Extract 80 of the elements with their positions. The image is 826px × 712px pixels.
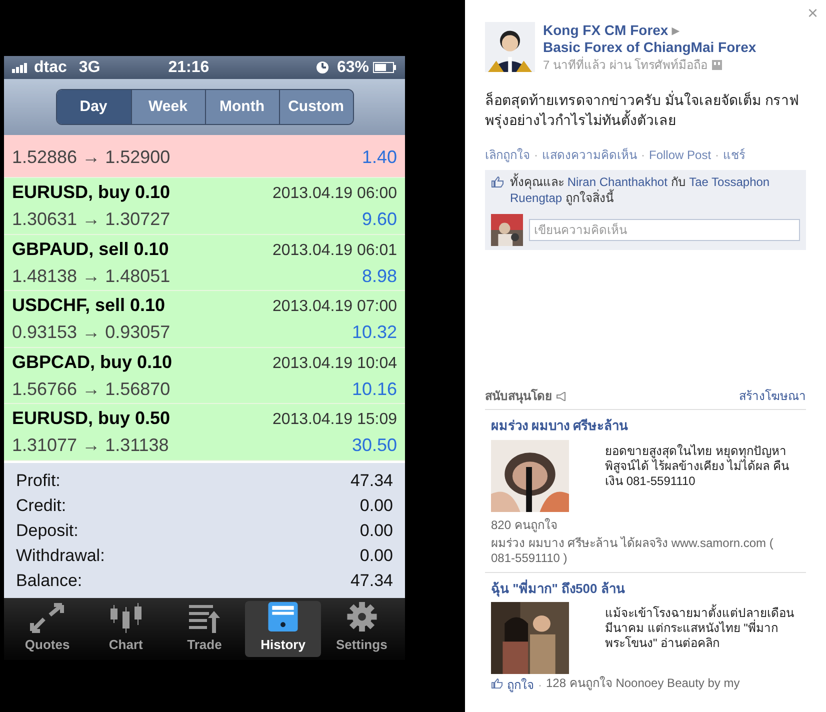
trade-prices: 1.56766 → 1.56870 bbox=[12, 378, 170, 400]
trade-profit: 10.16 bbox=[352, 378, 397, 400]
trade-title: GBPAUD, sell 0.10 bbox=[12, 238, 169, 260]
trade-title: USDCHF, sell 0.10 bbox=[12, 294, 166, 317]
trade-profit: 1.40 bbox=[362, 146, 397, 169]
trade-time: 2013.04.19 06:00 bbox=[272, 184, 397, 204]
trade-prices: 1.31077 → 1.31138 bbox=[12, 434, 169, 457]
period-tab[interactable]: Month bbox=[204, 90, 278, 124]
period-tab[interactable]: Week bbox=[130, 90, 204, 124]
period-tab[interactable]: Custom bbox=[278, 90, 352, 124]
post-action-link[interactable]: แสดงความคิดเห็น bbox=[542, 146, 637, 164]
trade-prices: 0.93153 → 0.93057 bbox=[12, 321, 170, 344]
separator-dot: · bbox=[715, 147, 720, 164]
candlestick-icon bbox=[108, 602, 143, 632]
ad-title[interactable]: ฉุ้น "พี่มาก" ถึง500 ล้าน bbox=[491, 578, 800, 598]
post-text: ล็อตสุดท้ายเทรดจากข่าวครับ มั่นใจเลยจัดเต็ม กราฟพรุ่งอย่างไวกำไรไม่ทันตั้งตัวเลย bbox=[485, 90, 800, 130]
summary-value: 47.34 bbox=[350, 570, 393, 592]
summary-value: 0.00 bbox=[360, 494, 393, 517]
trade-time: 2013.04.19 07:00 bbox=[272, 297, 397, 317]
trade-prices: 1.52886 → 1.52900 bbox=[12, 146, 170, 169]
post-action-link[interactable]: เลิกถูกใจ bbox=[485, 146, 530, 164]
carrier: dtac bbox=[34, 58, 67, 78]
list-arrow-icon bbox=[187, 602, 222, 632]
post-meta: 7 นาทีที่แล้ว ผ่าน โทรศัพท์มือถือ bbox=[543, 56, 708, 74]
signal-icon bbox=[12, 62, 30, 72]
clock: 21:16 bbox=[168, 58, 210, 78]
tab-bar-item[interactable]: History bbox=[245, 601, 322, 657]
ad-text: แม้จะเข้าโรงฉายมาตั้งแต่ปลายเดือนมีนาคม แต่กระแสหนังไทย "พี่มาก พระโขนง" อ่านต่อคลิก bbox=[605, 603, 795, 652]
comment-field[interactable]: เขียนความคิดเห็น bbox=[529, 219, 800, 241]
thumbs-up-icon bbox=[491, 678, 503, 689]
summary-value: 0.00 bbox=[360, 520, 393, 542]
arrow-separator: ▸ bbox=[672, 22, 680, 38]
ad-text: ยอดขายสูงสุดในไทย หยุดทุกปัญหา พิสูจน์ได้ ไร้ผลข้างเคียง ไม่ได้ผล คืนเงิน 081-5591110 bbox=[605, 442, 790, 490]
trade-title: GBPCAD, buy 0.10 bbox=[12, 350, 172, 374]
ad-footer: 128 คนถูกใจ Noonoey Beauty by my bbox=[546, 676, 740, 691]
megaphone-icon bbox=[556, 392, 566, 400]
settings-icon bbox=[346, 601, 378, 632]
battery-icon bbox=[373, 62, 397, 73]
likes-text: ทั้งคุณและ Niran Chanthakhot กับ Tae Tossaphon Ruengtap ถูกใจสิ่งนี้ bbox=[510, 174, 771, 206]
separator-dot: · bbox=[534, 147, 538, 164]
summary-label: Credit: bbox=[16, 494, 66, 517]
trade-profit: 10.32 bbox=[352, 321, 397, 344]
post-action-link[interactable]: แชร์ bbox=[723, 146, 746, 164]
trade-time: 2013.04.19 10:04 bbox=[272, 354, 397, 374]
tab-bar-item[interactable]: Chart bbox=[88, 601, 164, 657]
tab-bar-item[interactable]: Settings bbox=[324, 601, 400, 657]
summary-label: Deposit: bbox=[16, 520, 78, 542]
separator-dot: · bbox=[538, 677, 542, 694]
battery-percent: 63% bbox=[336, 58, 369, 78]
ad-title[interactable]: ผมร่วง ผมบาง ศรีษะล้าน bbox=[491, 416, 800, 436]
file-drawer-icon bbox=[266, 601, 300, 632]
arrows-icon bbox=[30, 602, 64, 632]
trade-title: EURUSD, buy 0.50 bbox=[12, 407, 170, 430]
trade-profit: 30.50 bbox=[352, 434, 397, 457]
trade-prices: 1.30631 → 1.30727 bbox=[12, 208, 170, 231]
summary-label: Balance: bbox=[16, 570, 82, 592]
summary-label: Withdrawal: bbox=[16, 544, 105, 567]
network-type: 3G bbox=[78, 58, 100, 78]
create-ad-link[interactable]: สร้างโฆษณา bbox=[739, 387, 806, 405]
period-tab[interactable]: Day bbox=[56, 90, 130, 124]
trade-profit: 9.60 bbox=[362, 208, 397, 231]
post-action-link[interactable]: Follow Post bbox=[649, 146, 712, 164]
trade-profit: 8.98 bbox=[362, 264, 397, 288]
trade-title: EURUSD, buy 0.10 bbox=[12, 181, 170, 204]
ad-footer: ผมร่วง ผมบาง ศรีษะล้าน ได้ผลจริง www.samorn.com ( 081-5591110 ) bbox=[491, 536, 800, 566]
summary-label: Profit: bbox=[16, 470, 60, 492]
tab-bar-item[interactable]: Trade bbox=[166, 601, 242, 657]
like-link[interactable]: ถูกใจ bbox=[507, 676, 534, 694]
sponsored-title: สนับสนุนโดย bbox=[485, 388, 552, 405]
separator-dot: · bbox=[641, 147, 645, 164]
ad-likes: 820 คนถูกใจ bbox=[491, 516, 558, 534]
summary-value: 47.34 bbox=[350, 470, 393, 492]
group-link[interactable]: Basic Forex of ChiangMai Forex bbox=[543, 39, 756, 56]
thumbs-up-icon bbox=[491, 176, 504, 188]
tab-bar-item[interactable]: Quotes bbox=[9, 601, 86, 657]
author-link[interactable]: Kong FX CM Forex bbox=[543, 22, 668, 38]
trade-prices: 1.48138 → 1.48051 bbox=[12, 264, 170, 288]
trade-time: 2013.04.19 15:09 bbox=[272, 410, 397, 430]
summary-value: 0.00 bbox=[360, 544, 393, 567]
trade-time: 2013.04.19 06:01 bbox=[272, 240, 397, 260]
